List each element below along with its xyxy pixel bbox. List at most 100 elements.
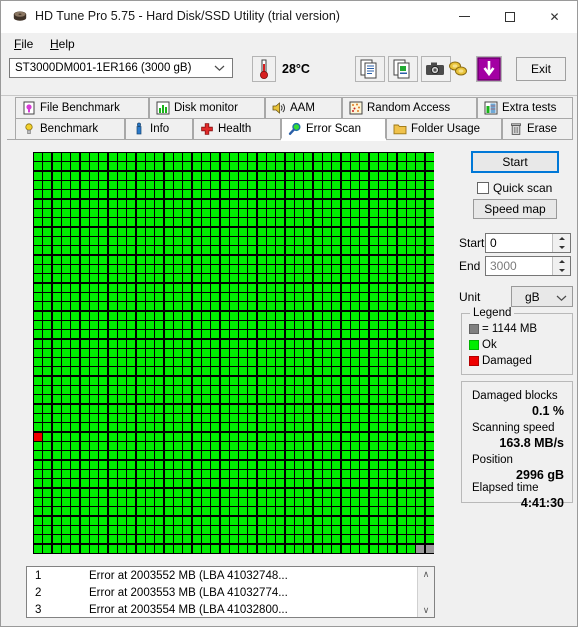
exit-button[interactable]: Exit bbox=[516, 57, 566, 81]
scan-map-cell bbox=[90, 386, 99, 395]
range-end-input[interactable]: 3000 bbox=[485, 256, 571, 276]
tab-disk-monitor[interactable]: Disk monitor bbox=[149, 97, 265, 118]
scroll-down-icon[interactable]: ∨ bbox=[418, 603, 434, 617]
scan-map-cell bbox=[34, 414, 43, 423]
scan-map-cell bbox=[43, 451, 52, 460]
quick-scan-checkbox[interactable]: Quick scan bbox=[477, 179, 573, 197]
scan-map-cell bbox=[314, 442, 323, 451]
speed-map-button[interactable]: Speed map bbox=[473, 199, 557, 219]
scan-map-cell bbox=[221, 293, 230, 302]
scan-map-cell bbox=[267, 302, 276, 311]
scan-map-cell bbox=[239, 479, 248, 488]
scan-map-cell bbox=[99, 451, 108, 460]
scan-map-cell bbox=[370, 190, 379, 199]
scan-map-cell bbox=[239, 312, 248, 321]
scan-map-cell bbox=[248, 507, 257, 516]
coins-icon bbox=[449, 61, 467, 76]
tab-random-access[interactable]: Random Access bbox=[342, 97, 477, 118]
scan-map-cell bbox=[304, 284, 313, 293]
scan-map-cell bbox=[211, 153, 220, 162]
scan-map-cell bbox=[360, 312, 369, 321]
scan-map-cell bbox=[34, 274, 43, 283]
minimize-button[interactable] bbox=[442, 1, 487, 32]
tab-benchmark[interactable]: Benchmark bbox=[15, 118, 125, 139]
coins-button[interactable] bbox=[445, 56, 475, 82]
scan-map-cell bbox=[332, 293, 341, 302]
scan-map-cell bbox=[258, 321, 267, 330]
spinner-up-icon[interactable] bbox=[553, 257, 570, 266]
scan-map-cell bbox=[127, 302, 136, 311]
scan-map-cell bbox=[34, 349, 43, 358]
range-start-input[interactable]: 0 bbox=[485, 233, 571, 253]
menu-help-rest: elp bbox=[58, 37, 75, 51]
scan-map-cell bbox=[109, 489, 118, 498]
scan-map-cell bbox=[155, 172, 164, 181]
scan-map-cell bbox=[267, 218, 276, 227]
maximize-button[interactable] bbox=[487, 1, 532, 32]
scan-map-cell bbox=[43, 312, 52, 321]
scan-map-cell bbox=[332, 330, 341, 339]
scan-map-cell bbox=[230, 340, 239, 349]
error-list-scrollbar[interactable]: ∧ ∨ bbox=[417, 567, 434, 617]
tab-health[interactable]: Health bbox=[193, 118, 281, 139]
scan-map-cell bbox=[90, 535, 99, 544]
legend-group: Legend = 1144 MB Ok Damaged bbox=[461, 307, 573, 375]
scan-map-cell bbox=[146, 526, 155, 535]
tab-folder-usage[interactable]: Folder Usage bbox=[386, 118, 502, 139]
range-start-spinner[interactable] bbox=[552, 234, 570, 252]
scan-map-cell bbox=[183, 442, 192, 451]
error-list-row[interactable]: 2 Error at 2003553 MB (LBA 41032774... bbox=[27, 585, 434, 602]
scan-map-cell bbox=[118, 218, 127, 227]
scan-map-cell bbox=[304, 312, 313, 321]
scan-map-cell bbox=[342, 162, 351, 171]
tab-aam[interactable]: AAM bbox=[265, 97, 342, 118]
scan-map-cell bbox=[304, 517, 313, 526]
error-list-row[interactable]: 3 Error at 2003554 MB (LBA 41032800... bbox=[27, 602, 434, 619]
scan-map-cell bbox=[183, 498, 192, 507]
spinner-down-icon[interactable] bbox=[553, 266, 570, 275]
tab-aam-label: AAM bbox=[290, 102, 315, 114]
copy-text-button[interactable] bbox=[355, 56, 385, 82]
download-button[interactable] bbox=[476, 56, 502, 82]
scan-map-cell bbox=[398, 340, 407, 349]
scan-map-cell bbox=[276, 395, 285, 404]
tab-error-scan[interactable]: Error Scan bbox=[281, 118, 386, 139]
scan-map-cell bbox=[202, 451, 211, 460]
scan-map-cell bbox=[174, 386, 183, 395]
scan-map[interactable] bbox=[33, 152, 434, 554]
range-end-spinner[interactable] bbox=[552, 257, 570, 275]
scan-map-cell bbox=[81, 367, 90, 376]
scan-map-cell bbox=[211, 284, 220, 293]
error-list-row[interactable]: 1 Error at 2003552 MB (LBA 41032748... bbox=[27, 568, 434, 585]
tab-erase[interactable]: Erase bbox=[502, 118, 573, 139]
scan-map-cell bbox=[407, 517, 416, 526]
scan-map-cell bbox=[43, 535, 52, 544]
scroll-up-icon[interactable]: ∧ bbox=[418, 567, 434, 581]
unit-select[interactable]: gB bbox=[511, 286, 573, 307]
scan-map-cell bbox=[286, 470, 295, 479]
scan-map-cell bbox=[295, 461, 304, 470]
error-list[interactable]: 1 Error at 2003552 MB (LBA 41032748... 2… bbox=[26, 566, 435, 618]
scan-map-cell bbox=[221, 228, 230, 237]
scan-map-cell bbox=[370, 153, 379, 162]
scan-map-cell bbox=[314, 246, 323, 255]
tab-info[interactable]: Info bbox=[125, 118, 193, 139]
scan-map-cell bbox=[267, 535, 276, 544]
spinner-down-icon[interactable] bbox=[553, 243, 570, 252]
copy-image-button[interactable] bbox=[388, 56, 418, 82]
menu-item-help[interactable]: Help bbox=[43, 36, 82, 54]
scan-map-cell bbox=[426, 507, 434, 516]
tab-extra-tests[interactable]: Extra tests bbox=[477, 97, 573, 118]
spinner-up-icon[interactable] bbox=[553, 234, 570, 243]
close-button[interactable]: ✕ bbox=[532, 1, 577, 32]
tab-file-benchmark[interactable]: File Benchmark bbox=[15, 97, 149, 118]
menu-item-file[interactable]: File bbox=[7, 36, 40, 54]
scan-map-cell bbox=[99, 172, 108, 181]
scan-map-cell bbox=[379, 321, 388, 330]
start-button[interactable]: Start bbox=[471, 151, 559, 173]
unit-label: Unit bbox=[459, 290, 481, 304]
drive-select[interactable]: ST3000DM001-1ER166 (3000 gB) bbox=[9, 58, 233, 78]
scan-map-cell bbox=[193, 367, 202, 376]
scan-map-cell bbox=[53, 237, 62, 246]
scan-map-cell bbox=[230, 312, 239, 321]
